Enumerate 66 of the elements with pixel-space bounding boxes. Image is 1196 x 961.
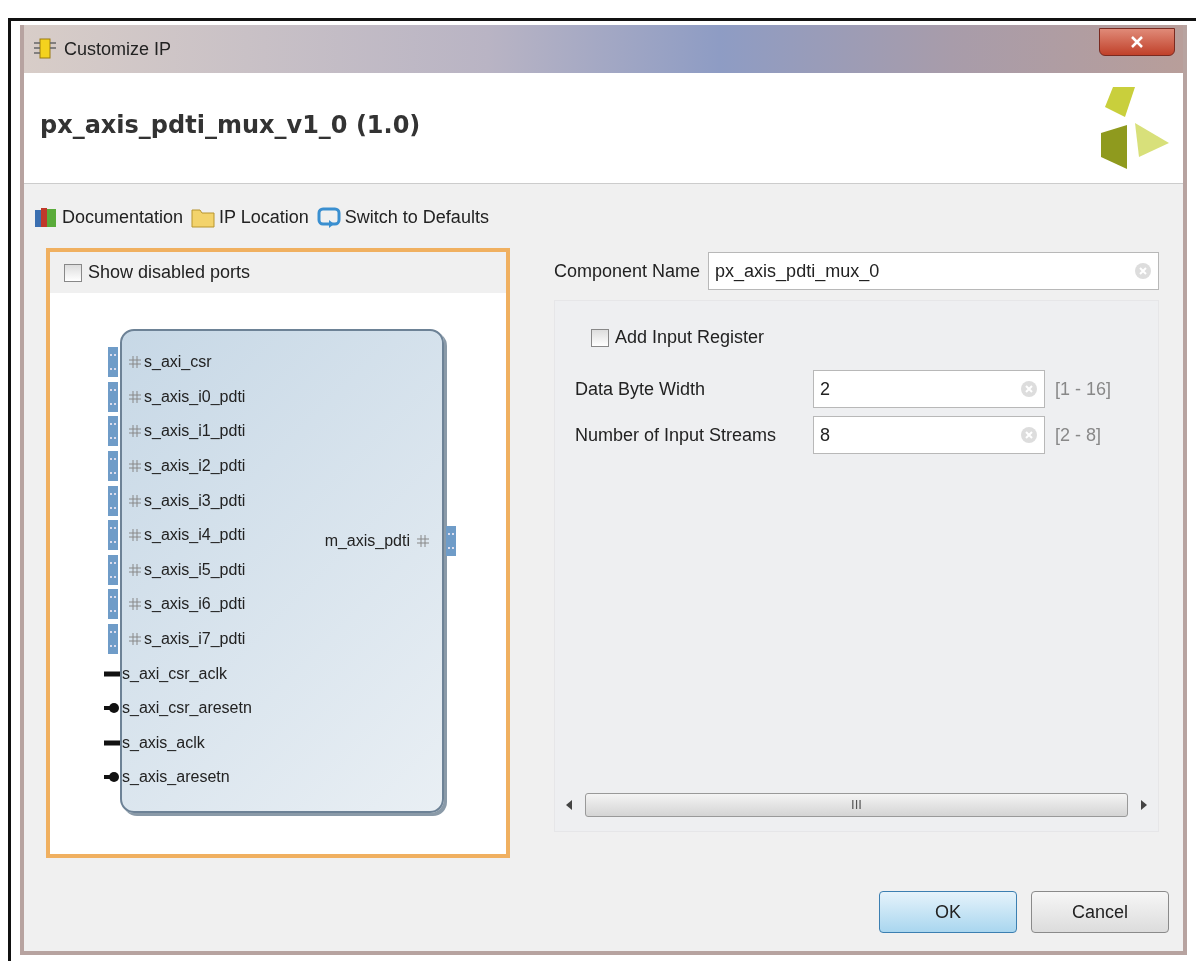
bus-symbol-icon bbox=[128, 355, 142, 370]
bus-symbol-icon bbox=[128, 562, 142, 577]
port-label: s_axis_i7_pdti bbox=[144, 630, 246, 649]
field-label: Data Byte Width bbox=[575, 378, 707, 400]
bus-symbol-icon bbox=[416, 534, 430, 548]
clear-icon bbox=[1020, 426, 1038, 444]
ip-chip-icon bbox=[32, 37, 58, 61]
toolbar-button[interactable]: Switch to Defaults bbox=[316, 206, 489, 228]
dialog-button[interactable]: Cancel bbox=[1031, 891, 1169, 933]
add-input-register-checkbox[interactable]: Add Input Register bbox=[555, 301, 1158, 366]
bus-symbol-icon bbox=[128, 459, 142, 474]
range-hint: [2 - 8] bbox=[1055, 424, 1102, 446]
bus-pin-icon bbox=[108, 520, 118, 551]
port-label: s_axis_i1_pdti bbox=[144, 422, 246, 441]
port-label: s_axi_csr bbox=[144, 353, 212, 372]
field-label: Component Name bbox=[554, 260, 701, 282]
bus-pin-icon bbox=[108, 624, 118, 655]
books-icon bbox=[34, 206, 58, 228]
component-name-field[interactable]: px_axis_pdti_mux_0 bbox=[708, 252, 1159, 290]
bus-symbol-icon bbox=[128, 493, 142, 508]
port-label: s_axis_i2_pdti bbox=[144, 457, 246, 476]
toolbar-button[interactable]: Documentation bbox=[34, 206, 184, 228]
bus-symbol-icon bbox=[128, 632, 142, 647]
port-label: m_axis_pdti bbox=[324, 532, 410, 550]
close-icon bbox=[1130, 36, 1144, 48]
port-label: s_axis_i4_pdti bbox=[144, 526, 246, 545]
port-label: s_axis_i6_pdti bbox=[144, 595, 246, 614]
bus-symbol-icon bbox=[128, 424, 142, 439]
scroll-left-icon[interactable] bbox=[565, 799, 573, 811]
bus-pin-icon bbox=[108, 451, 118, 482]
scrollbar-thumb[interactable]: III bbox=[585, 793, 1128, 817]
bus-pin-icon bbox=[108, 381, 118, 412]
reset-pin-icon bbox=[104, 771, 120, 784]
bus-pin-icon bbox=[108, 347, 118, 378]
bus-symbol-icon bbox=[128, 528, 142, 543]
bus-pin-icon bbox=[108, 589, 118, 620]
bus-symbol-icon bbox=[128, 389, 142, 404]
clear-icon bbox=[1020, 380, 1038, 398]
parameter-field[interactable]: 8 bbox=[813, 416, 1045, 454]
window-title: Customize IP bbox=[64, 38, 172, 60]
clock-pin-icon bbox=[104, 670, 120, 677]
bus-pin-icon bbox=[108, 416, 118, 447]
reset-pin-icon bbox=[104, 702, 120, 715]
ip-title: px_axis_pdti_mux_v1_0 (1.0) bbox=[40, 111, 421, 139]
port-label: s_axis_i0_pdti bbox=[144, 387, 246, 406]
bus-pin-icon bbox=[108, 485, 118, 516]
port-label: s_axis_i3_pdti bbox=[144, 491, 246, 510]
range-hint: [1 - 16] bbox=[1055, 378, 1112, 400]
bus-symbol-icon bbox=[128, 597, 142, 612]
port-label: s_axi_csr_aclk bbox=[122, 664, 227, 683]
folder-icon bbox=[191, 206, 216, 228]
field-label: Number of Input Streams bbox=[575, 424, 778, 446]
scroll-right-icon[interactable] bbox=[1140, 799, 1148, 811]
dialog-button[interactable]: OK bbox=[879, 891, 1017, 933]
bus-pin-icon bbox=[108, 554, 118, 585]
parameter-field[interactable]: 2 bbox=[813, 370, 1045, 408]
clock-pin-icon bbox=[104, 739, 120, 746]
port-label: s_axi_csr_aresetn bbox=[122, 699, 252, 718]
port-label: s_axis_aresetn bbox=[122, 768, 230, 787]
port-label: s_axis_aclk bbox=[122, 733, 205, 752]
port-label: s_axis_i5_pdti bbox=[144, 560, 246, 579]
close-button[interactable] bbox=[1099, 28, 1175, 56]
bus-pin-icon bbox=[446, 526, 456, 556]
clear-icon bbox=[1134, 262, 1152, 280]
toolbar-button[interactable]: IP Location bbox=[191, 206, 309, 228]
refresh-icon bbox=[316, 206, 341, 228]
